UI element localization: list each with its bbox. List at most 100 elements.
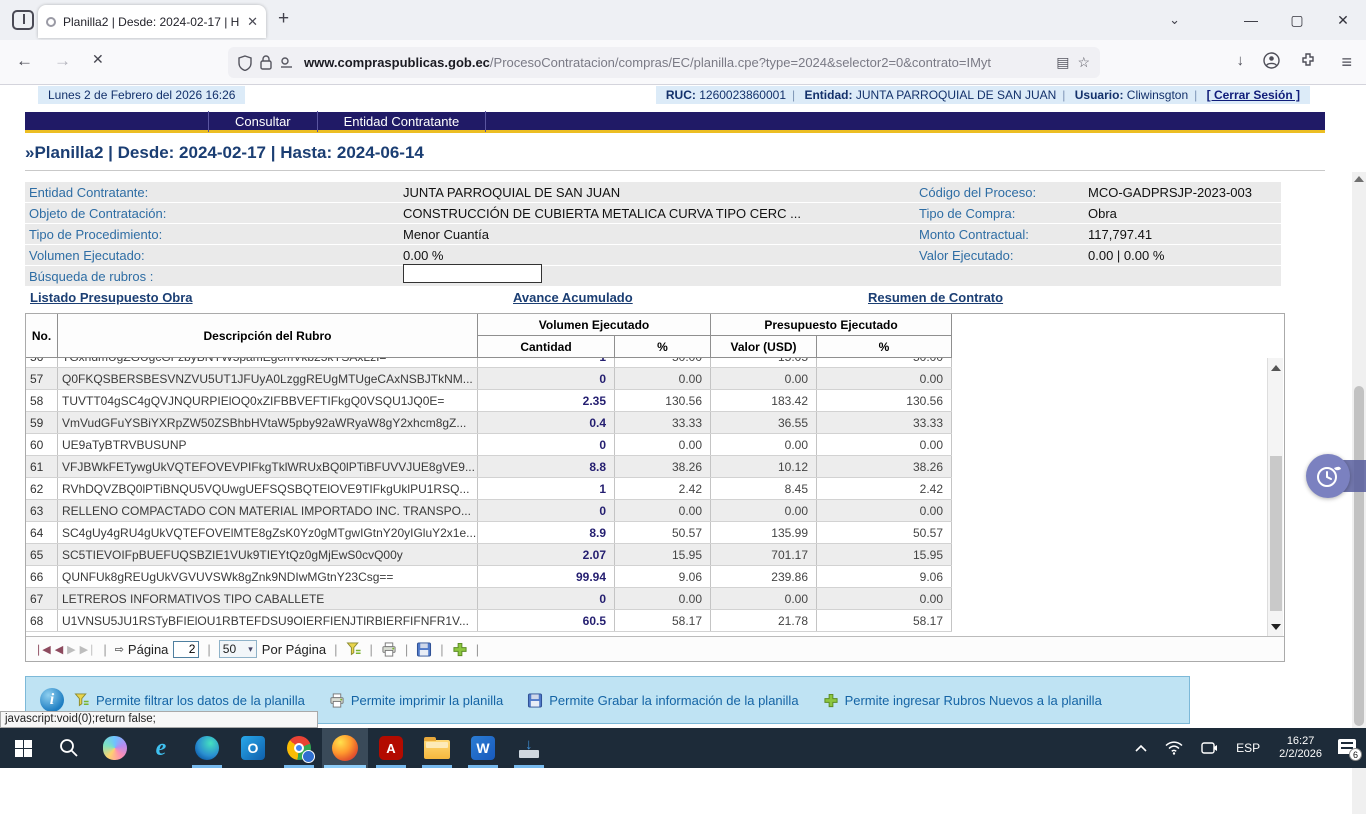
table-row[interactable]: 58TUVTT04gSC4gQVJNQURPIElOQ0xZIFBBVEFTIF… <box>26 390 952 412</box>
tab-favicon-icon <box>46 17 56 27</box>
search-icon[interactable] <box>46 728 92 768</box>
search-rubros-label: Búsqueda de rubros : <box>25 269 403 284</box>
copilot-icon[interactable] <box>92 728 138 768</box>
wifi-icon[interactable] <box>1158 741 1190 755</box>
table-row[interactable]: 56TGxhdmUgZGUgcGFzbyBNYW5pamEgcmVkb25kYS… <box>26 358 952 368</box>
url-text[interactable]: www.compraspublicas.gob.ec/ProcesoContra… <box>304 55 1048 70</box>
table-cell: 0.4 <box>478 412 615 433</box>
bookmark-star-icon[interactable]: ☆ <box>1077 54 1090 71</box>
window-maximize-button[interactable]: ▢ <box>1274 12 1320 29</box>
internet-explorer-icon[interactable]: e <box>138 728 184 768</box>
table-row[interactable]: 63RELLENO COMPACTADO CON MATERIAL IMPORT… <box>26 500 952 522</box>
language-indicator[interactable]: ESP <box>1229 741 1267 755</box>
page-scroll-thumb[interactable] <box>1354 386 1364 726</box>
next-page-icon[interactable]: ▶ <box>67 643 74 656</box>
menu-item-consultar[interactable]: Consultar <box>209 114 317 129</box>
page-scrollbar[interactable] <box>1352 172 1366 814</box>
table-row[interactable]: 64SC4gUy4gRU4gUkVQTEFOVElMTE8gZsK0Yz0gMT… <box>26 522 952 544</box>
filter-icon[interactable] <box>346 642 362 657</box>
link-listado-presupuesto[interactable]: Listado Presupuesto Obra <box>30 290 193 305</box>
info-objeto-label: Objeto de Contratación: <box>25 206 403 221</box>
window-close-button[interactable]: ✕ <box>1320 12 1366 29</box>
col-header-vol-pct: % <box>615 336 711 358</box>
extensions-icon[interactable] <box>1300 52 1316 72</box>
table-row[interactable]: 65SC5TIEVOIFpBUEFUQSBZIE1VUk9TIEYtQz0gMj… <box>26 544 952 566</box>
start-button[interactable] <box>0 728 46 768</box>
page-number-input[interactable] <box>173 641 199 658</box>
table-row[interactable]: 68U1VNSU5JU1RSTyBFIElOU1RBTEFDSU9OIERFIE… <box>26 610 952 632</box>
chrome-icon[interactable] <box>276 728 322 768</box>
downloads-icon[interactable]: ↓ <box>1237 52 1245 69</box>
col-group-volumen: Volumen Ejecutado <box>478 314 711 336</box>
firefox-view-icon[interactable] <box>12 10 34 30</box>
window-minimize-button[interactable]: — <box>1228 12 1274 28</box>
menu-item-entidad-contratante[interactable]: Entidad Contratante <box>318 114 486 129</box>
scroll-up-icon[interactable] <box>1268 360 1284 375</box>
info-valor-label: Valor Ejecutado: <box>915 248 1088 263</box>
print-icon[interactable] <box>381 642 397 657</box>
tab-close-icon[interactable]: ✕ <box>247 14 258 30</box>
link-avance-acumulado[interactable]: Avance Acumulado <box>513 290 633 305</box>
clock-icon[interactable] <box>1306 454 1350 498</box>
list-all-tabs-icon[interactable]: ⌄ <box>1169 12 1180 28</box>
permissions-icon[interactable] <box>280 57 296 69</box>
search-rubros-input[interactable] <box>403 264 542 283</box>
save-icon[interactable] <box>416 642 432 657</box>
menu-icon[interactable]: ≡ <box>1341 52 1352 73</box>
last-page-icon[interactable]: ▶❘ <box>80 643 96 656</box>
stop-button[interactable]: ✕ <box>92 51 104 68</box>
shield-icon[interactable] <box>238 55 252 71</box>
table-cell: 9.06 <box>615 566 711 587</box>
tray-chevron-icon[interactable] <box>1128 744 1154 752</box>
notifications-icon[interactable]: 6 <box>1334 737 1360 759</box>
table-cell: 0.00 <box>711 434 817 455</box>
new-tab-button[interactable]: + <box>278 8 289 30</box>
table-row[interactable]: 66QUNFUk8gREUgUkVGVUVSWk8gZnk9NDIwMGtnY2… <box>26 566 952 588</box>
table-row[interactable]: 60UE9aTyBTRVBUSUNP00.000.000.00 <box>26 434 952 456</box>
word-icon[interactable]: W <box>460 728 506 768</box>
first-page-icon[interactable]: ❘◀ <box>34 643 50 656</box>
outlook-icon[interactable]: O <box>230 728 276 768</box>
info-objeto-value: CONSTRUCCIÓN DE CUBIERTA METALICA CURVA … <box>403 206 915 221</box>
url-bar[interactable]: www.compraspublicas.gob.ec/ProcesoContra… <box>228 47 1100 78</box>
back-button[interactable]: ← <box>16 51 33 71</box>
browser-toolbar: ← → ✕ www.compraspublicas.gob.ec/Proceso… <box>0 40 1366 85</box>
logout-link[interactable]: [ Cerrar Sesión ] <box>1207 88 1300 102</box>
forward-button[interactable]: → <box>54 51 71 71</box>
table-scrollbar[interactable] <box>1267 358 1283 636</box>
entidad-value: JUNTA PARROQUIAL DE SAN JUAN <box>856 88 1056 102</box>
file-explorer-icon[interactable] <box>414 728 460 768</box>
table-cell: 0.00 <box>711 500 817 521</box>
taskbar-clock[interactable]: 16:272/2/2026 <box>1271 735 1330 761</box>
per-page-select[interactable]: 50▾ <box>219 640 257 658</box>
acrobat-icon[interactable]: A <box>368 728 414 768</box>
lock-icon[interactable] <box>260 55 272 70</box>
goto-page-icon[interactable]: ⇨ <box>115 643 123 656</box>
table-cell: 0.00 <box>615 368 711 389</box>
firefox-icon[interactable] <box>322 728 368 768</box>
table-cell: 10.12 <box>711 456 817 477</box>
table-row[interactable]: 57Q0FKQSBERSBESVNZVU5UT1JFUyA0LzggREUgMT… <box>26 368 952 390</box>
account-icon[interactable] <box>1263 52 1280 73</box>
edge-icon[interactable] <box>184 728 230 768</box>
table-scroll-thumb[interactable] <box>1270 456 1282 611</box>
clock-widget[interactable] <box>1306 454 1352 498</box>
table-row[interactable]: 67LETREROS INFORMATIVOS TIPO CABALLETE00… <box>26 588 952 610</box>
table-row[interactable]: 59VmVudGFuYSBiYXRpZW50ZSBhbHVtaW5pby92aW… <box>26 412 952 434</box>
download-app-icon[interactable]: ↓ <box>506 728 552 768</box>
table-cell: 0 <box>478 434 615 455</box>
table-cell: 701.17 <box>711 544 817 565</box>
table-row[interactable]: 62RVhDQVZBQ0lPTiBNQU5VQUwgUEFSQSBQTElOVE… <box>26 478 952 500</box>
reader-view-icon[interactable]: ▤ <box>1056 54 1069 71</box>
table-cell: QUNFUk8gREUgUkVGVUVSWk8gZnk9NDIwMGtnY23C… <box>58 566 478 587</box>
prev-page-icon[interactable]: ◀ <box>55 643 62 656</box>
table-row[interactable]: 61VFJBWkFETywgUkVQTEFOVEVPIFkgTklWRUxBQ0… <box>26 456 952 478</box>
scroll-down-icon[interactable] <box>1268 619 1284 634</box>
save-icon <box>527 693 543 708</box>
table-cell: 9.06 <box>817 566 952 587</box>
browser-tab[interactable]: Planilla2 | Desde: 2024-02-17 | H ✕ <box>38 5 266 38</box>
add-rubro-icon[interactable] <box>452 642 468 657</box>
table-cell: 60 <box>26 434 58 455</box>
meet-now-icon[interactable] <box>1194 741 1225 755</box>
link-resumen-contrato[interactable]: Resumen de Contrato <box>868 290 1003 305</box>
